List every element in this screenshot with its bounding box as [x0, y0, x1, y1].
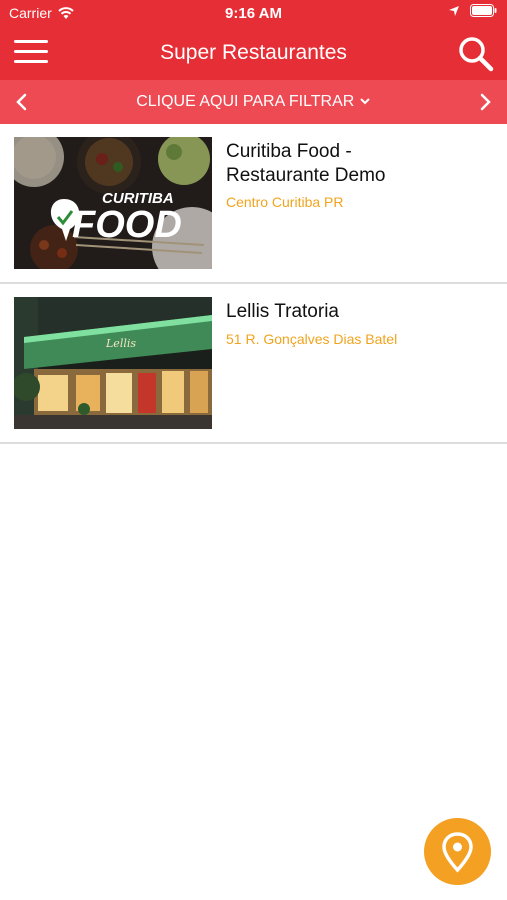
restaurant-name: Curitiba Food - Restaurante Demo: [226, 140, 496, 188]
nav-bar: Super Restaurantes: [0, 28, 507, 80]
filter-label[interactable]: CLIQUE AQUI PARA FILTRAR: [0, 93, 507, 111]
restaurant-address: 51 R. Gonçalves Dias Batel: [226, 331, 398, 347]
restaurant-image: CURITIBA FOOD: [14, 137, 212, 269]
restaurant-address: Centro Curitiba PR: [226, 194, 344, 210]
status-time: 9:16 AM: [225, 5, 282, 22]
logo-text-bottom: FOOD: [72, 204, 182, 246]
svg-text:Lellis: Lellis: [105, 337, 136, 350]
status-bar: Carrier 9:16 AM: [0, 0, 507, 28]
filter-text: CLIQUE AQUI PARA FILTRAR: [136, 93, 355, 110]
restaurant-name-line2: Restaurante Demo: [226, 165, 386, 186]
restaurant-name: Lellis Tratoria: [226, 300, 496, 324]
restaurant-list: CURITIBA FOOD Curitiba Food - Restaurant…: [0, 124, 507, 444]
filter-bar[interactable]: CLIQUE AQUI PARA FILTRAR: [0, 80, 507, 124]
search-icon[interactable]: [457, 35, 495, 73]
chevron-right-icon[interactable]: [475, 90, 495, 114]
list-item[interactable]: CURITIBA FOOD Curitiba Food - Restaurant…: [0, 124, 507, 284]
page-title: Super Restaurantes: [160, 41, 347, 64]
list-item[interactable]: Lellis Lellis Tratoria 51 R. Gonçalves D…: [0, 284, 507, 444]
location-arrow-icon: [449, 5, 459, 16]
map-pin-icon: [442, 832, 473, 873]
chevron-down-icon: [360, 98, 370, 105]
restaurant-name-line1: Curitiba Food -: [226, 141, 352, 162]
status-right: [448, 4, 497, 17]
restaurant-image: Lellis: [14, 297, 212, 429]
battery-icon: [470, 4, 497, 17]
map-location-button[interactable]: [424, 818, 491, 885]
restaurant-name-line1: Lellis Tratoria: [226, 301, 339, 322]
